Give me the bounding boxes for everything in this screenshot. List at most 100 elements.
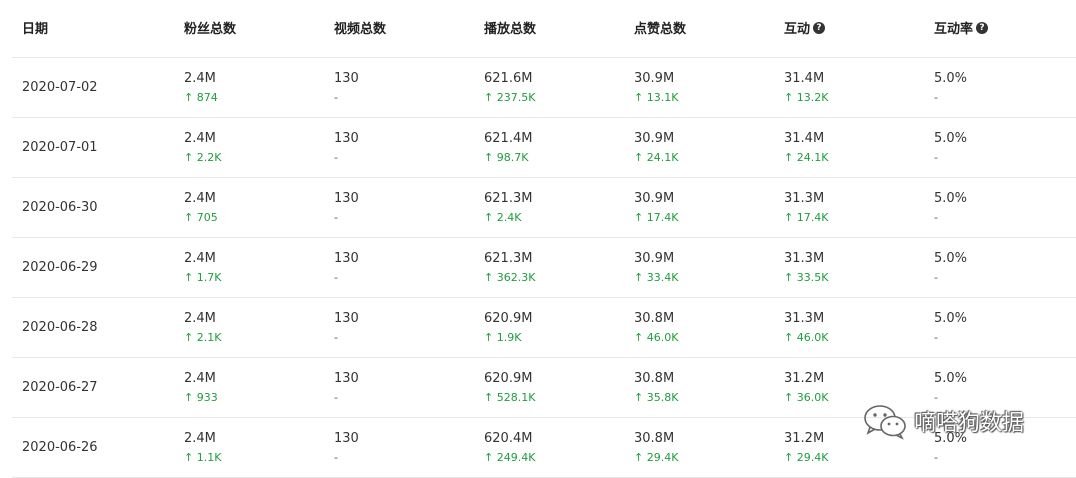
videos-change: - (334, 151, 338, 164)
rate-value: 5.0% (934, 251, 968, 266)
videos-value: 130 (334, 71, 359, 86)
inter-change: ↑ 13.2K (784, 91, 829, 104)
inter-value: 31.3M (784, 251, 825, 266)
plays-cell: 620.4M ↑ 249.4K (484, 430, 535, 466)
inter-change: ↑ 46.0K (784, 331, 829, 344)
likes-cell: 30.9M ↑ 13.1K (634, 70, 678, 106)
date-cell: 2020-07-01 (22, 140, 98, 155)
header-fans-label: 粉丝总数 (184, 22, 237, 37)
date-cell: 2020-07-02 (22, 80, 98, 95)
header-videos-label: 视频总数 (334, 22, 387, 37)
inter-value: 31.2M (784, 371, 825, 386)
videos-value: 130 (334, 191, 359, 206)
plays-value: 620.9M (484, 371, 533, 386)
fans-change: ↑ 705 (184, 211, 218, 224)
date-cell: 2020-06-28 (22, 320, 98, 335)
header-date[interactable]: 日期 (22, 18, 48, 37)
inter-change: ↑ 36.0K (784, 391, 829, 404)
fans-value: 2.4M (184, 71, 216, 86)
inter-cell: 31.2M ↑ 36.0K (784, 370, 828, 406)
header-videos[interactable]: 视频总数 (334, 18, 386, 37)
fans-value: 2.4M (184, 251, 216, 266)
inter-cell: 31.3M ↑ 17.4K (784, 190, 828, 226)
table-row: 2020-07-01 2.4M ↑ 2.2K 130 - 621.4M ↑ 98.7K 30.… (12, 118, 1076, 178)
likes-value: 30.9M (634, 131, 675, 146)
rate-change: - (934, 271, 938, 284)
likes-change: ↑ 46.0K (634, 331, 679, 344)
inter-change: ↑ 24.1K (784, 151, 829, 164)
header-likes[interactable]: 点赞总数 (634, 18, 686, 37)
plays-change: ↑ 528.1K (484, 391, 536, 404)
fans-cell: 2.4M ↑ 874 (184, 70, 218, 106)
inter-value: 31.4M (784, 131, 825, 146)
videos-change: - (334, 91, 338, 104)
videos-cell: 130 - (334, 190, 359, 226)
likes-value: 30.8M (634, 371, 675, 386)
likes-cell: 30.8M ↑ 46.0K (634, 310, 678, 346)
fans-value: 2.4M (184, 311, 216, 326)
fans-value: 2.4M (184, 191, 216, 206)
videos-value: 130 (334, 251, 359, 266)
header-fans[interactable]: 粉丝总数 (184, 18, 236, 37)
header-interaction-rate-label: 互动率 (934, 22, 974, 37)
plays-value: 621.3M (484, 251, 533, 266)
plays-change: ↑ 98.7K (484, 151, 529, 164)
videos-change: - (334, 211, 338, 224)
header-likes-label: 点赞总数 (634, 22, 687, 37)
videos-cell: 130 - (334, 130, 359, 166)
date-cell: 2020-06-27 (22, 380, 98, 395)
fans-cell: 2.4M ↑ 705 (184, 190, 218, 226)
likes-value: 30.9M (634, 191, 675, 206)
table-row: 2020-06-30 2.4M ↑ 705 130 - 621.3M ↑ 2.4K 30.9M… (12, 178, 1076, 238)
header-plays[interactable]: 播放总数 (484, 18, 536, 37)
inter-change: ↑ 29.4K (784, 451, 829, 464)
plays-value: 620.4M (484, 431, 533, 446)
rate-cell: 5.0% - (934, 310, 967, 346)
likes-change: ↑ 33.4K (634, 271, 679, 284)
likes-change: ↑ 24.1K (634, 151, 679, 164)
fans-change: ↑ 933 (184, 391, 218, 404)
rate-change: - (934, 211, 938, 224)
table-row: 2020-07-02 2.4M ↑ 874 130 - 621.6M ↑ 237.5K 30.… (12, 58, 1076, 118)
rate-cell: 5.0% - (934, 70, 967, 106)
date-cell: 2020-06-29 (22, 260, 98, 275)
rate-value: 5.0% (934, 71, 968, 86)
header-interaction[interactable]: 互动 ? (784, 18, 826, 37)
inter-value: 31.4M (784, 71, 825, 86)
plays-cell: 620.9M ↑ 528.1K (484, 370, 535, 406)
plays-cell: 621.6M ↑ 237.5K (484, 70, 535, 106)
videos-cell: 130 - (334, 370, 359, 406)
videos-cell: 130 - (334, 310, 359, 346)
likes-cell: 30.9M ↑ 24.1K (634, 130, 678, 166)
fans-change: ↑ 874 (184, 91, 218, 104)
inter-cell: 31.3M ↑ 46.0K (784, 310, 828, 346)
date-cell: 2020-06-26 (22, 440, 98, 455)
likes-change: ↑ 13.1K (634, 91, 679, 104)
videos-value: 130 (334, 131, 359, 146)
rate-cell: 5.0% - (934, 370, 967, 406)
inter-cell: 31.4M ↑ 13.2K (784, 70, 828, 106)
header-interaction-label: 互动 (784, 22, 811, 37)
inter-cell: 31.2M ↑ 29.4K (784, 430, 828, 466)
likes-value: 30.8M (634, 431, 675, 446)
plays-change: ↑ 249.4K (484, 451, 536, 464)
fans-cell: 2.4M ↑ 2.1K (184, 310, 221, 346)
help-icon[interactable]: ? (976, 21, 989, 34)
rate-value: 5.0% (934, 311, 968, 326)
likes-change: ↑ 29.4K (634, 451, 679, 464)
inter-value: 31.3M (784, 311, 825, 326)
inter-change: ↑ 17.4K (784, 211, 829, 224)
rate-value: 5.0% (934, 131, 968, 146)
rate-change: - (934, 151, 938, 164)
plays-change: ↑ 2.4K (484, 211, 522, 224)
likes-change: ↑ 35.8K (634, 391, 679, 404)
fans-value: 2.4M (184, 131, 216, 146)
fans-cell: 2.4M ↑ 1.1K (184, 430, 221, 466)
inter-value: 31.2M (784, 431, 825, 446)
videos-cell: 130 - (334, 430, 359, 466)
rate-cell: 5.0% - (934, 130, 967, 166)
header-interaction-rate[interactable]: 互动率 ? (934, 18, 989, 37)
fans-cell: 2.4M ↑ 933 (184, 370, 218, 406)
help-icon[interactable]: ? (813, 21, 826, 34)
header-plays-label: 播放总数 (484, 22, 537, 37)
